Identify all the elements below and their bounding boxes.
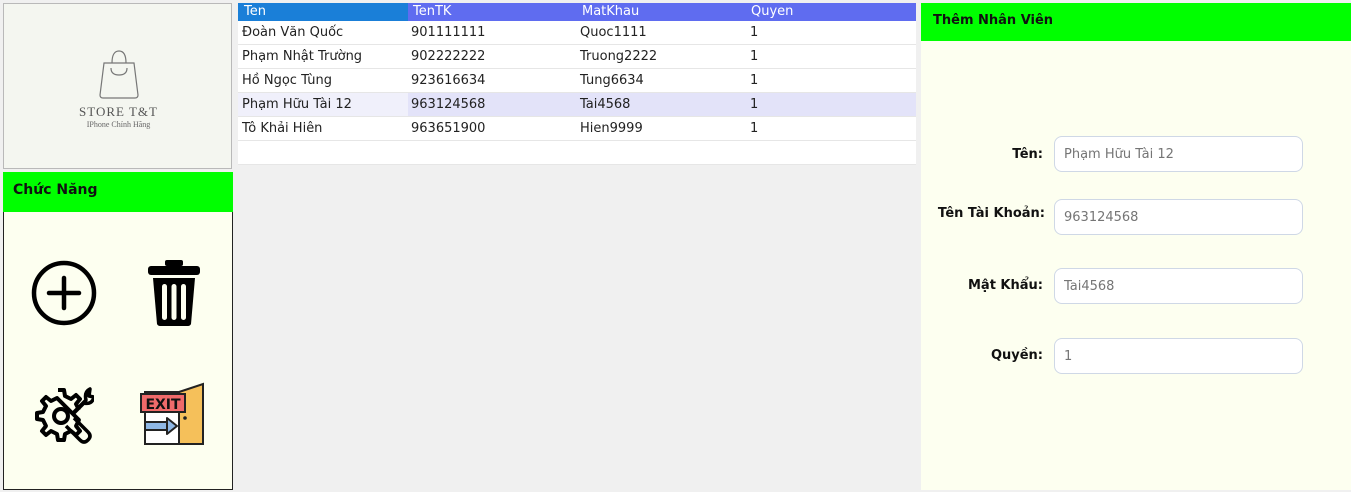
cell-tentk: 902222222 <box>411 49 486 64</box>
column-header-ten[interactable]: Ten <box>244 4 266 19</box>
table-row[interactable]: Đoàn Văn Quốc 901111111 Quoc1111 1 <box>238 21 916 45</box>
add-circle-icon[interactable] <box>31 260 97 326</box>
employee-grid[interactable]: Ten TenTK MatKhau Quyen Đoàn Văn Quốc 90… <box>238 3 916 490</box>
password-input[interactable] <box>1054 268 1303 304</box>
cell-tentk: 963651900 <box>411 121 486 136</box>
svg-text:EXIT: EXIT <box>145 397 181 413</box>
logo-panel: STORE T&T IPhone Chính Hãng <box>3 3 232 169</box>
cell-ten: Phạm Hữu Tài 12 <box>242 97 352 112</box>
name-input[interactable] <box>1054 136 1303 172</box>
cell-ten: Phạm Nhật Trường <box>242 49 363 64</box>
exit-door-icon[interactable]: EXIT <box>139 382 207 446</box>
cell-ten: Hồ Ngọc Tùng <box>242 73 332 88</box>
cell-quyen: 1 <box>750 121 759 136</box>
account-label: Tên Tài Khoản: <box>937 206 1045 221</box>
table-row-new[interactable] <box>238 141 916 165</box>
column-header-matkhau[interactable]: MatKhau <box>582 4 639 19</box>
cell-tentk: 923616634 <box>411 73 486 88</box>
add-employee-panel: Tên: Tên Tài Khoản: Mật Khẩu: Quyền: <box>921 41 1351 490</box>
column-header-tentk[interactable]: TenTK <box>413 4 451 19</box>
password-label: Mật Khẩu: <box>967 278 1043 293</box>
table-row[interactable]: Phạm Nhật Trường 902222222 Truong2222 1 <box>238 45 916 69</box>
store-subtitle: IPhone Chính Hãng <box>86 120 151 129</box>
table-row[interactable]: Hồ Ngọc Tùng 923616634 Tung6634 1 <box>238 69 916 93</box>
functions-header: Chức Năng <box>3 172 233 212</box>
role-input[interactable] <box>1054 338 1303 374</box>
name-label: Tên: <box>1012 147 1043 162</box>
cell-matkhau: Tai4568 <box>580 97 631 112</box>
table-row[interactable]: Tô Khải Hiên 963651900 Hien9999 1 <box>238 117 916 141</box>
cell-ten: Đoàn Văn Quốc <box>242 25 344 40</box>
cell-matkhau: Truong2222 <box>580 49 658 64</box>
cell-matkhau: Hien9999 <box>580 121 643 136</box>
role-label: Quyền: <box>990 348 1043 363</box>
shopping-bag-icon <box>99 50 139 99</box>
grid-body: Đoàn Văn Quốc 901111111 Quoc1111 1 Phạm … <box>238 21 916 165</box>
settings-wrench-icon[interactable] <box>34 384 94 446</box>
account-input[interactable] <box>1054 199 1303 235</box>
cell-quyen: 1 <box>750 49 759 64</box>
column-header-quyen[interactable]: Quyen <box>751 4 793 19</box>
cell-quyen: 1 <box>750 25 759 40</box>
table-row-selected[interactable]: Phạm Hữu Tài 12 963124568 Tai4568 1 <box>238 93 916 117</box>
cell-matkhau: Tung6634 <box>580 73 644 88</box>
cell-quyen: 1 <box>750 73 759 88</box>
cell-tentk: 963124568 <box>411 97 486 112</box>
functions-panel: EXIT <box>3 212 233 490</box>
store-title: STORE T&T <box>79 104 158 119</box>
cell-tentk: 901111111 <box>411 25 486 40</box>
grid-header: Ten TenTK MatKhau Quyen <box>238 3 916 21</box>
add-employee-header: Thêm Nhân Viên <box>921 3 1351 41</box>
cell-ten: Tô Khải Hiên <box>242 121 323 136</box>
trash-icon[interactable] <box>146 258 202 328</box>
cell-quyen: 1 <box>750 97 759 112</box>
cell-matkhau: Quoc1111 <box>580 25 647 40</box>
